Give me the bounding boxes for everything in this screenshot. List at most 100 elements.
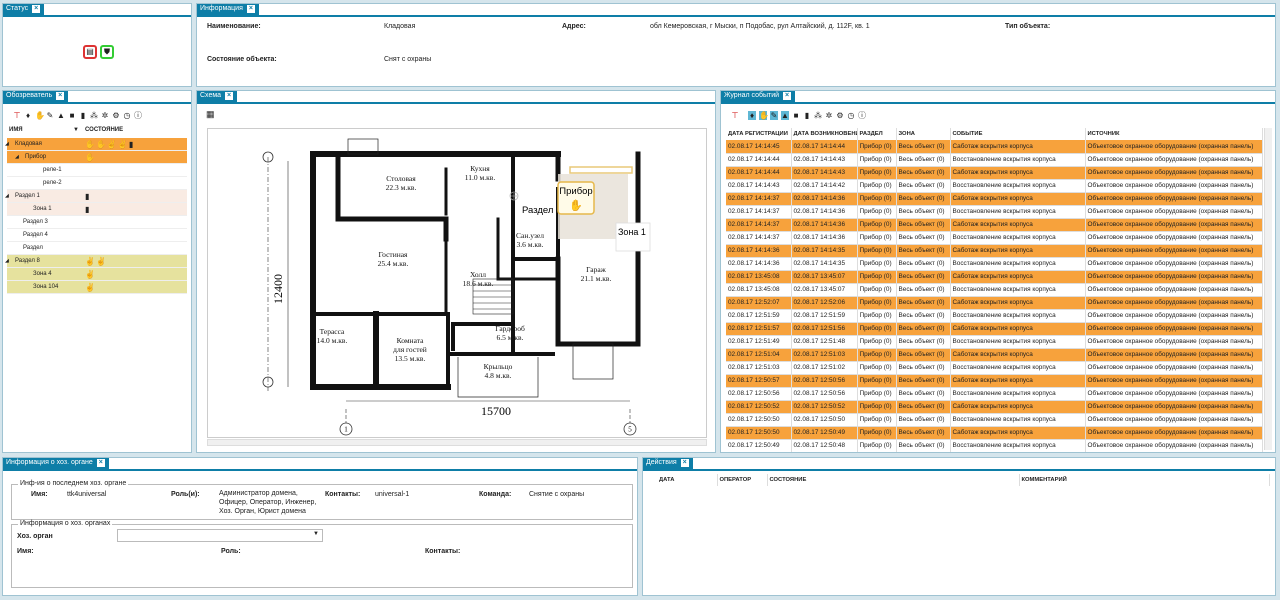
explorer-panel-tab[interactable]: Обозреватель × bbox=[3, 91, 69, 102]
expand-icon[interactable]: ◢ bbox=[5, 255, 9, 268]
actions-column-header[interactable]: КОММЕНТАРИЙ bbox=[1019, 474, 1270, 486]
device-status-icon[interactable]: ▤ bbox=[83, 45, 97, 59]
journal-row[interactable]: 02.08.17 12:51:59 02.08.17 12:51:59 Прибор… bbox=[726, 309, 1263, 323]
journal-cell: 02.08.17 12:50:56 bbox=[791, 374, 858, 388]
info-icon[interactable]: ⓘ bbox=[134, 111, 142, 120]
journal-row[interactable]: 02.08.17 14:14:45 02.08.17 14:14:44 Прибор… bbox=[726, 140, 1263, 154]
status-panel-tab[interactable]: Статус × bbox=[3, 4, 45, 15]
lock-icon[interactable]: ■ bbox=[792, 111, 800, 120]
razdel-overlay-label[interactable]: Раздел bbox=[522, 205, 553, 216]
journal-row[interactable]: 02.08.17 12:51:57 02.08.17 12:51:56 Прибор… bbox=[726, 322, 1263, 336]
hand-icon[interactable]: ✋ bbox=[35, 111, 45, 120]
floor-plan[interactable]: 1 5 12400 15700 Столовая 22.3 м.кв. Кухн… bbox=[208, 129, 706, 437]
history-icon[interactable]: ◷ bbox=[123, 111, 131, 120]
journal-column-header[interactable]: ДАТА РЕГИСТРАЦИИ bbox=[726, 128, 792, 140]
tree-row[interactable]: Зона 104 ✌ bbox=[7, 281, 187, 294]
shield-status-icon[interactable]: ⛊ bbox=[100, 45, 114, 59]
tree-row[interactable]: реле-2 bbox=[7, 177, 187, 190]
actions-column-header[interactable]: ДАТА bbox=[657, 474, 718, 486]
journal-row[interactable]: 02.08.17 12:50:52 02.08.17 12:50:52 Прибор… bbox=[726, 400, 1263, 414]
journal-row[interactable]: 02.08.17 12:51:49 02.08.17 12:51:48 Прибор… bbox=[726, 335, 1263, 349]
actions-column-header[interactable]: СОСТОЯНИЕ bbox=[767, 474, 1020, 486]
settings-icon[interactable]: ✲ bbox=[825, 111, 833, 120]
close-icon[interactable]: × bbox=[783, 92, 792, 100]
tree-row[interactable]: Раздел 3 bbox=[7, 216, 187, 229]
journal-row[interactable]: 02.08.17 14:14:37 02.08.17 14:14:36 Прибор… bbox=[726, 231, 1263, 245]
tree-icon[interactable]: ⁂ bbox=[90, 111, 98, 120]
host-panel-tab[interactable]: Информация о хоз. органе × bbox=[3, 458, 109, 469]
actions-panel-tab[interactable]: Действия × bbox=[643, 458, 693, 469]
tree-icon[interactable]: ⁂ bbox=[814, 111, 822, 120]
hand-icon[interactable]: ✋ bbox=[759, 110, 769, 120]
actions-column-header[interactable]: ОПЕРАТОР bbox=[717, 474, 768, 486]
warning-icon[interactable]: ▲ bbox=[57, 111, 65, 120]
journal-row[interactable]: 02.08.17 13:45:08 02.08.17 13:45:07 Прибор… bbox=[726, 283, 1263, 297]
pin-icon[interactable]: ♦ bbox=[24, 111, 32, 120]
host-select[interactable]: ▼ bbox=[117, 529, 323, 542]
close-icon[interactable]: × bbox=[680, 459, 689, 467]
journal-row[interactable]: 02.08.17 12:51:04 02.08.17 12:51:03 Прибор… bbox=[726, 348, 1263, 362]
filter-icon[interactable]: ▼ bbox=[73, 127, 79, 133]
journal-row[interactable]: 02.08.17 14:14:44 02.08.17 14:14:43 Прибор… bbox=[726, 166, 1263, 180]
warning-icon[interactable]: ▲ bbox=[781, 110, 789, 120]
battery-icon[interactable]: ▮ bbox=[803, 111, 811, 120]
tree-row[interactable]: Раздел 4 bbox=[7, 229, 187, 242]
journal-row[interactable]: 02.08.17 12:51:03 02.08.17 12:51:02 Прибор… bbox=[726, 361, 1263, 375]
grid-icon[interactable]: ▦ bbox=[206, 109, 215, 120]
journal-row[interactable]: 02.08.17 14:14:37 02.08.17 14:14:36 Прибор… bbox=[726, 192, 1263, 206]
gear-icon[interactable]: ⚙ bbox=[112, 111, 120, 120]
journal-row[interactable]: 02.08.17 12:50:50 02.08.17 12:50:50 Прибор… bbox=[726, 413, 1263, 427]
journal-row[interactable]: 02.08.17 14:14:36 02.08.17 14:14:35 Прибор… bbox=[726, 244, 1263, 258]
close-icon[interactable]: × bbox=[32, 5, 41, 13]
journal-row[interactable]: 02.08.17 12:50:56 02.08.17 12:50:56 Прибор… bbox=[726, 387, 1263, 401]
journal-row[interactable]: 02.08.17 12:50:57 02.08.17 12:50:56 Прибор… bbox=[726, 374, 1263, 388]
expand-icon[interactable]: ◢ bbox=[5, 138, 9, 151]
filter-clear-icon[interactable]: ⊤ bbox=[13, 111, 21, 120]
journal-row[interactable]: 02.08.17 14:14:43 02.08.17 14:14:42 Прибор… bbox=[726, 179, 1263, 193]
journal-row[interactable]: 02.08.17 14:14:44 02.08.17 14:14:43 Прибор… bbox=[726, 153, 1263, 167]
plan-canvas[interactable]: 1 5 12400 15700 Столовая 22.3 м.кв. Кухн… bbox=[207, 128, 707, 438]
journal-panel-tab[interactable]: Журнал событий × bbox=[721, 91, 796, 102]
journal-row[interactable]: 02.08.17 12:50:50 02.08.17 12:50:49 Прибор… bbox=[726, 426, 1263, 440]
tree-row[interactable]: ◢ Прибор ✋ bbox=[7, 151, 187, 164]
gear-icon[interactable]: ⚙ bbox=[836, 111, 844, 120]
journal-column-header[interactable]: ДАТА ВОЗНИКНОВЕНИЯ bbox=[791, 128, 858, 140]
info-icon[interactable]: ⓘ bbox=[858, 111, 866, 120]
journal-column-header[interactable]: СОБЫТИЕ bbox=[950, 128, 1086, 140]
journal-row[interactable]: 02.08.17 12:50:49 02.08.17 12:50:48 Прибор… bbox=[726, 439, 1263, 452]
journal-row[interactable]: 02.08.17 14:14:36 02.08.17 14:14:35 Прибор… bbox=[726, 257, 1263, 271]
info-panel-tab[interactable]: Информация × bbox=[197, 4, 259, 15]
wrench-icon[interactable]: ✎ bbox=[46, 111, 54, 120]
tree-row[interactable]: ◢ Раздел 8 ✌✌ bbox=[5, 255, 187, 268]
journal-row[interactable]: 02.08.17 14:14:37 02.08.17 14:14:36 Прибор… bbox=[726, 205, 1263, 219]
battery-icon[interactable]: ▮ bbox=[79, 111, 87, 120]
journal-row[interactable]: 02.08.17 13:45:08 02.08.17 13:45:07 Прибор… bbox=[726, 270, 1263, 284]
tree-row[interactable]: реле-1 bbox=[7, 164, 187, 177]
filter-clear-icon[interactable]: ⊤ bbox=[731, 111, 739, 120]
close-icon[interactable]: × bbox=[96, 459, 105, 467]
tree-row[interactable]: Раздел bbox=[7, 242, 187, 255]
lock-icon[interactable]: ■ bbox=[68, 111, 76, 120]
chevron-down-icon[interactable]: ▼ bbox=[313, 531, 319, 537]
close-icon[interactable]: × bbox=[246, 5, 255, 13]
settings-icon[interactable]: ✲ bbox=[101, 111, 109, 120]
tree-row[interactable]: ◢ Кладовая ✋✋✌✌▮ bbox=[5, 138, 187, 151]
expand-icon[interactable]: ◢ bbox=[5, 190, 9, 203]
close-icon[interactable]: × bbox=[56, 92, 65, 100]
schema-panel-tab[interactable]: Схема × bbox=[197, 91, 238, 102]
history-icon[interactable]: ◷ bbox=[847, 111, 855, 120]
horizontal-scrollbar[interactable] bbox=[207, 439, 707, 446]
journal-row[interactable]: 02.08.17 14:14:37 02.08.17 14:14:36 Прибор… bbox=[726, 218, 1263, 232]
pin-icon[interactable]: ♦ bbox=[748, 110, 756, 120]
close-icon[interactable]: × bbox=[225, 92, 234, 100]
journal-column-header[interactable]: ЗОНА bbox=[896, 128, 951, 140]
vertical-scrollbar[interactable] bbox=[1264, 128, 1272, 450]
tree-row[interactable]: Зона 4 ✌ bbox=[7, 268, 187, 281]
wrench-icon[interactable]: ✎ bbox=[770, 110, 778, 120]
journal-row[interactable]: 02.08.17 12:52:07 02.08.17 12:52:06 Прибор… bbox=[726, 296, 1263, 310]
tree-row[interactable]: ◢ Раздел 1 ▮ bbox=[5, 190, 187, 203]
tree-row[interactable]: Зона 1 ▮ bbox=[7, 203, 187, 216]
expand-icon[interactable]: ◢ bbox=[15, 151, 19, 164]
journal-column-header[interactable]: РАЗДЕЛ bbox=[857, 128, 897, 140]
journal-column-header[interactable]: ИСТОЧНИК bbox=[1085, 128, 1263, 140]
